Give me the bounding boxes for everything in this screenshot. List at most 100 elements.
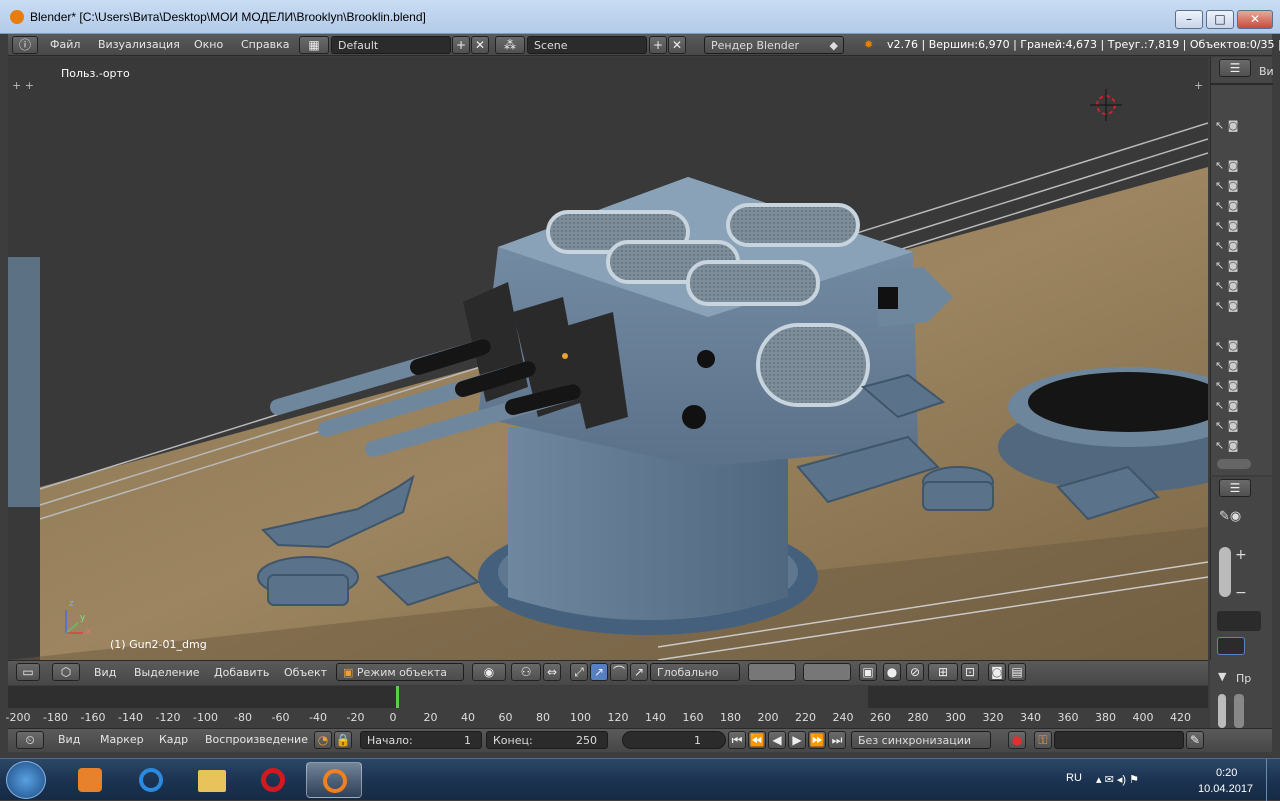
properties-scroll-icon[interactable] <box>1219 547 1231 597</box>
layers-group-1[interactable] <box>748 663 796 681</box>
scale-icon[interactable]: ⌒ <box>610 663 628 681</box>
outliner-row[interactable]: ↖ ◙ <box>1215 419 1269 437</box>
props-color-icon[interactable] <box>1217 637 1245 655</box>
translate-icon[interactable]: ⤢ <box>570 663 588 681</box>
jump-start-icon[interactable]: ⏮ <box>728 731 746 749</box>
tray-icons[interactable]: ▴ ✉ ◂) ⚑ <box>1096 773 1139 786</box>
outliner-row[interactable]: ↖ ◙ <box>1215 179 1269 197</box>
menu-file[interactable]: Файл <box>50 38 80 51</box>
outliner-row[interactable]: ↖ ◙ <box>1215 399 1269 417</box>
manipulator-icon[interactable]: ⇔ <box>543 663 561 681</box>
menu-tl-view[interactable]: Вид <box>58 733 80 746</box>
outliner-row[interactable]: ↖ ◙ <box>1215 219 1269 237</box>
transform-icon[interactable]: ↗ <box>630 663 648 681</box>
properties-toggle-icon[interactable]: + <box>1194 79 1203 92</box>
props-expand-icon[interactable]: ▼ <box>1218 670 1226 683</box>
snap-element-icon[interactable]: ⊡ <box>961 663 979 681</box>
menu-render[interactable]: Визуализация <box>98 38 180 51</box>
keying-set-icon[interactable]: ⚿ <box>1034 731 1052 749</box>
pivot-icon[interactable]: ⚇ <box>511 663 541 681</box>
opera-icon[interactable] <box>245 762 301 798</box>
media-player-icon[interactable] <box>62 762 118 798</box>
internet-explorer-icon[interactable] <box>123 762 179 798</box>
lock-layer-icon[interactable]: ▣ <box>859 663 877 681</box>
snap-toggle-icon[interactable]: ⊘ <box>906 663 924 681</box>
sync-select[interactable]: Без синхронизации <box>851 731 991 749</box>
scene-remove-icon[interactable]: ✕ <box>668 36 686 54</box>
outliner-row[interactable]: ↖ ◙ <box>1215 259 1269 277</box>
outliner-row[interactable]: ↖ ◙ <box>1215 119 1269 137</box>
outliner-editor-icon[interactable]: ☰ <box>1219 59 1251 77</box>
outliner-row[interactable]: ↖ ◙ <box>1215 279 1269 297</box>
render-engine-select[interactable]: Рендер Blender ◆ <box>704 36 844 54</box>
menu-object[interactable]: Объект <box>284 666 327 679</box>
current-frame-marker[interactable] <box>396 686 399 708</box>
opengl-render-icon[interactable]: ◙ <box>988 663 1006 681</box>
outliner-row[interactable]: ↖ ◙ <box>1215 339 1269 357</box>
toolshelf-toggle-icon[interactable]: + + <box>12 79 34 92</box>
jump-next-key-icon[interactable]: ⏩ <box>808 731 826 749</box>
language-indicator[interactable]: RU <box>1066 772 1082 784</box>
menu-window[interactable]: Окно <box>194 38 223 51</box>
rotate-icon[interactable]: ↗ <box>590 663 608 681</box>
outliner-row[interactable]: ↖ ◙ <box>1215 359 1269 377</box>
maximize-button[interactable]: □ <box>1206 10 1234 29</box>
outliner-scrollbar[interactable] <box>1217 459 1251 469</box>
mode-select[interactable]: ▣ Режим объекта <box>336 663 464 681</box>
start-frame-field[interactable]: Начало: 1 <box>360 731 482 749</box>
editor-type-info-icon[interactable]: ⓘ <box>12 36 38 54</box>
scene-add-icon[interactable]: + <box>649 36 667 54</box>
layers-group-2[interactable] <box>803 663 851 681</box>
render-tab-icon[interactable]: ✎◉ <box>1219 509 1241 524</box>
view-menu-toggle-icon[interactable]: ⬡ <box>52 663 80 681</box>
zoom-minus-icon[interactable]: − <box>1235 585 1247 601</box>
outliner-panel[interactable]: ☰ Ви ↖ ◙ ↖ ◙ ↖ ◙ ↖ ◙ ↖ ◙ ↖ ◙ ↖ ◙ ↖ ◙ ↖ ◙… <box>1210 57 1274 475</box>
outliner-row[interactable]: ↖ ◙ <box>1215 439 1269 457</box>
outliner-row[interactable]: ↖ ◙ <box>1215 239 1269 257</box>
layout-add-icon[interactable]: + <box>452 36 470 54</box>
menu-select[interactable]: Выделение <box>134 666 200 679</box>
render-preview-icon[interactable]: ● <box>883 663 901 681</box>
menu-add[interactable]: Добавить <box>214 666 269 679</box>
keying-set-field[interactable] <box>1054 731 1184 749</box>
scene-icon[interactable]: ⁂ <box>495 36 525 54</box>
clock-time[interactable]: 0:20 <box>1216 767 1237 779</box>
opengl-anim-icon[interactable]: ▤ <box>1008 663 1026 681</box>
jump-prev-key-icon[interactable]: ⏪ <box>748 731 766 749</box>
menu-playback[interactable]: Воспроизведение <box>205 733 308 746</box>
record-icon[interactable]: ● <box>1008 731 1026 749</box>
shading-icon[interactable]: ◉ <box>472 663 506 681</box>
lock-icon[interactable]: 🔒 <box>334 731 352 749</box>
menu-marker[interactable]: Маркер <box>100 733 144 746</box>
slider-icon[interactable] <box>1234 694 1244 728</box>
layout-icon[interactable]: ▦ <box>299 36 329 54</box>
end-frame-field[interactable]: Конец: 250 <box>486 731 608 749</box>
3d-viewport[interactable]: Польз.-орто (1) Gun2-01_dmg x y z + + + <box>8 57 1208 660</box>
proportional-icon[interactable]: ⊞ <box>928 663 958 681</box>
preview-range-icon[interactable]: ◔ <box>314 731 332 749</box>
timeline[interactable]: -200 -180 -160 -140 -120 -100 -80 -60 -40 -20 0 20 4… <box>6 686 1208 728</box>
outliner-row[interactable]: ↖ ◙ <box>1215 159 1269 177</box>
minimize-button[interactable]: – <box>1175 10 1203 29</box>
outliner-row[interactable]: ↖ ◙ <box>1215 379 1269 397</box>
orientation-select[interactable]: Глобально <box>650 663 740 681</box>
show-desktop-button[interactable] <box>1266 759 1280 801</box>
scroll-icon[interactable] <box>1218 694 1226 728</box>
insert-key-icon[interactable]: ✎ <box>1186 731 1204 749</box>
menu-view[interactable]: Вид <box>94 666 116 679</box>
zoom-plus-icon[interactable]: + <box>1235 547 1247 563</box>
outliner-row[interactable]: ↖ ◙ <box>1215 199 1269 217</box>
editor-type-3dview-icon[interactable]: ▭ <box>16 663 40 681</box>
menu-help[interactable]: Справка <box>241 38 289 51</box>
jump-end-icon[interactable]: ⏭ <box>828 731 846 749</box>
play-icon[interactable]: ▶ <box>788 731 806 749</box>
properties-panel[interactable]: ☰ ✎◉ + − <box>1210 477 1272 660</box>
current-frame-field[interactable]: 1 <box>622 731 726 749</box>
outliner-row[interactable]: ↖ ◙ <box>1215 299 1269 317</box>
editor-type-timeline-icon[interactable]: ⏲ <box>16 731 44 749</box>
close-button[interactable]: ✕ <box>1237 10 1273 29</box>
scene-select[interactable]: Scene <box>527 36 647 54</box>
clock-date[interactable]: 10.04.2017 <box>1198 783 1253 795</box>
blender-taskbar-icon[interactable] <box>306 762 362 798</box>
layout-remove-icon[interactable]: ✕ <box>471 36 489 54</box>
